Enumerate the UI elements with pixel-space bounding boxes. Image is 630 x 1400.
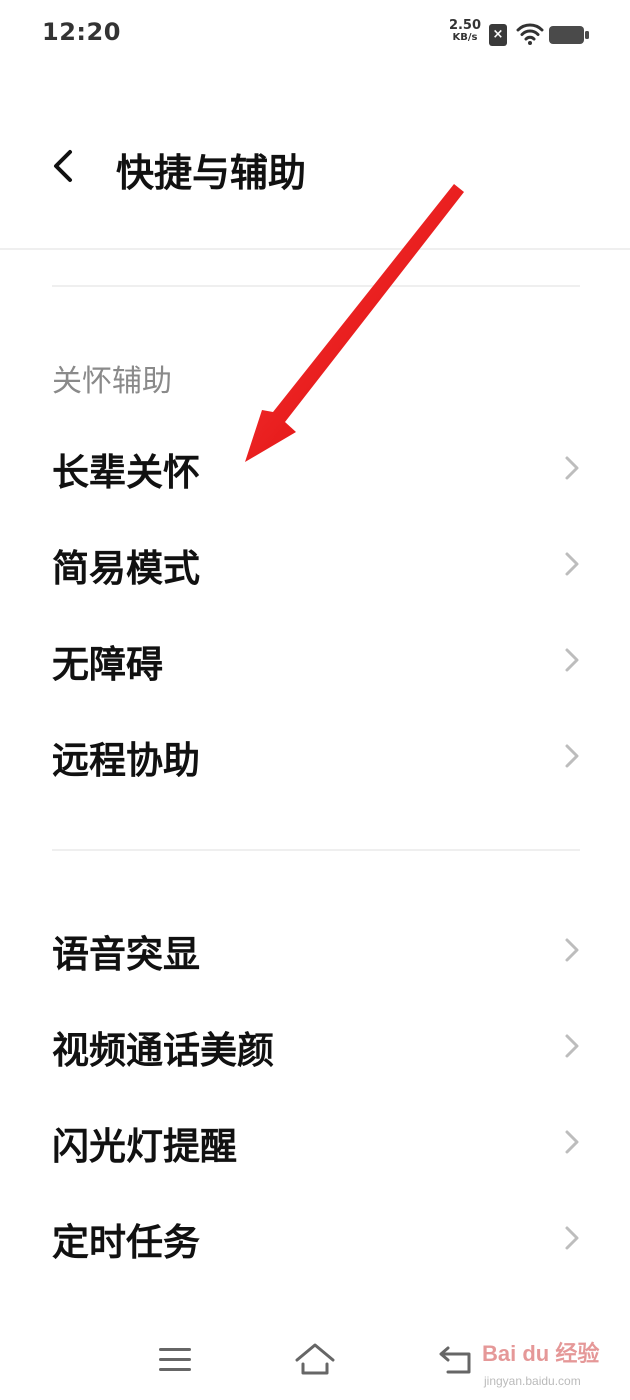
chevron-right-icon bbox=[565, 1034, 579, 1058]
battery-icon bbox=[549, 26, 589, 44]
list-item-label: 视频通话美颜 bbox=[52, 1029, 274, 1072]
list-item-label: 定时任务 bbox=[52, 1221, 200, 1264]
network-speed-value: 2.50 bbox=[448, 18, 482, 33]
chevron-right-icon bbox=[565, 1130, 579, 1154]
chevron-right-icon bbox=[565, 938, 579, 962]
list-item-label: 远程协助 bbox=[52, 739, 200, 782]
list-item-label: 无障碍 bbox=[52, 643, 163, 686]
list-item-remote-assist[interactable]: 远程协助 bbox=[0, 708, 630, 804]
list-item-simple-mode[interactable]: 简易模式 bbox=[0, 516, 630, 612]
list-item-video-call-beauty[interactable]: 视频通话美颜 bbox=[0, 998, 630, 1094]
wifi-icon bbox=[516, 23, 544, 45]
status-time: 12:20 bbox=[42, 18, 121, 46]
list-item-accessibility[interactable]: 无障碍 bbox=[0, 612, 630, 708]
list-item-voice-highlight[interactable]: 语音突显 bbox=[0, 902, 630, 998]
page-title: 快捷与辅助 bbox=[116, 151, 307, 195]
status-bar: 12:20 2.50 KB/s × bbox=[0, 0, 630, 70]
list-item-elderly-care[interactable]: 长辈关怀 bbox=[0, 420, 630, 516]
watermark-brand: Bai du 经验 bbox=[482, 1341, 600, 1366]
list-item-scheduled-tasks[interactable]: 定时任务 bbox=[0, 1190, 630, 1286]
header-divider bbox=[0, 248, 630, 250]
home-icon[interactable] bbox=[292, 1340, 338, 1378]
list-item-label: 简易模式 bbox=[52, 547, 200, 590]
menu-icon[interactable] bbox=[157, 1345, 193, 1375]
chevron-right-icon bbox=[565, 456, 579, 480]
chevron-right-icon bbox=[565, 552, 579, 576]
chevron-right-icon bbox=[565, 1226, 579, 1250]
list-item-flash-alert[interactable]: 闪光灯提醒 bbox=[0, 1094, 630, 1190]
section-divider bbox=[52, 285, 580, 287]
watermark-url: jingyan.baidu.com bbox=[484, 1374, 581, 1388]
header: 快捷与辅助 bbox=[0, 110, 630, 220]
chevron-left-icon[interactable] bbox=[44, 146, 84, 186]
network-speed-unit: KB/s bbox=[452, 32, 478, 43]
chevron-right-icon bbox=[565, 648, 579, 672]
list-item-label: 长辈关怀 bbox=[52, 451, 200, 494]
section-divider bbox=[52, 849, 580, 851]
chevron-right-icon bbox=[565, 744, 579, 768]
network-speed: 2.50 KB/s bbox=[446, 18, 484, 44]
list-item-label: 闪光灯提醒 bbox=[52, 1125, 237, 1168]
section-title-care: 关怀辅助 bbox=[52, 364, 172, 399]
back-icon[interactable] bbox=[436, 1342, 476, 1376]
watermark: Bai du 经验 jingyan.baidu.com bbox=[476, 1330, 626, 1396]
sim-off-icon: × bbox=[489, 24, 507, 46]
list-item-label: 语音突显 bbox=[52, 933, 200, 976]
